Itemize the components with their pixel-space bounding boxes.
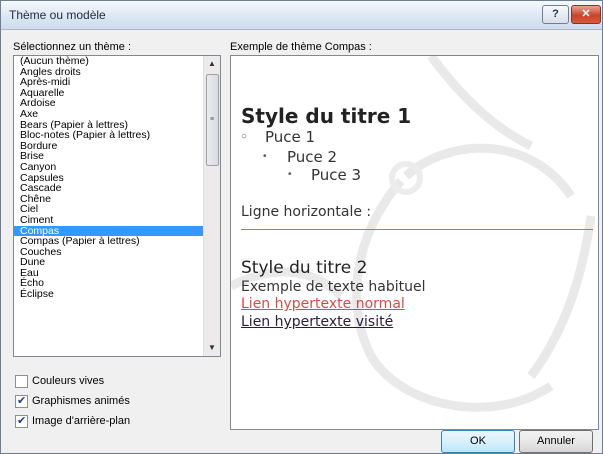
preview-horizontal-rule [241,229,593,230]
preview-body-text: Exemple de texte habituel [241,279,426,295]
theme-preview: Style du titre 1 ○ Puce 1 • Puce 2 • Puc… [230,55,599,430]
compass-center-icon [389,161,423,195]
help-button[interactable]: ? [542,5,569,24]
scroll-down-arrow-icon[interactable]: ▼ [204,340,220,356]
bullet-dot-icon: • [288,169,292,180]
cancel-button[interactable]: Annuler [519,430,593,453]
preview-heading-1: Style du titre 1 [241,104,412,128]
bullet-circle-icon: ○ [241,131,248,142]
list-item[interactable]: Canyon [14,162,203,173]
preview-hr-label: Ligne horizontale : [241,204,372,220]
close-button[interactable]: ✕ [571,5,601,24]
theme-listbox[interactable]: (Aucun thème) Angles droits Après-midi A… [13,55,221,357]
theme-list: (Aucun thème) Angles droits Après-midi A… [14,56,203,300]
checkbox-label[interactable]: Image d'arrière-plan [32,415,130,427]
ok-button[interactable]: OK [441,430,515,453]
preview-bullet-2: Puce 2 [287,148,338,166]
grip-icon: ≡ [210,116,215,123]
preview-label: Exemple de thème Compas : [230,41,372,53]
preview-bullet-3: Puce 3 [311,166,362,184]
vertical-scrollbar[interactable]: ▲ ≡ ▼ [203,56,220,356]
checkbox-box[interactable]: ✔ [15,395,28,408]
list-item[interactable]: Chêne [14,194,203,205]
preview-bullet-1: Puce 1 [265,128,316,146]
checkbox-box[interactable]: ✔ [15,415,28,428]
preview-link-normal: Lien hypertexte normal [241,296,405,312]
dialog-title: Thème ou modèle [9,8,106,22]
theme-list-label: Sélectionnez un thème : [13,41,132,53]
checkbox-label[interactable]: Graphismes animés [32,395,130,407]
checkbox-label[interactable]: Couleurs vives [32,375,104,387]
preview-heading-2: Style du titre 2 [241,258,368,278]
list-item[interactable]: Ciment [14,215,203,226]
checkmark-icon: ✔ [17,395,27,407]
theme-dialog: Thème ou modèle ? ✕ Sélectionnez un thèm… [0,0,603,454]
list-item[interactable]: Éclipse [14,289,203,300]
title-bar[interactable]: Thème ou modèle ? ✕ [1,1,602,30]
list-item[interactable]: Ardoise [14,98,203,109]
preview-link-visited: Lien hypertexte visité [241,314,394,330]
list-item[interactable]: (Aucun thème) [14,56,203,67]
scrollbar-thumb[interactable]: ≡ [206,74,219,166]
scroll-up-arrow-icon[interactable]: ▲ [204,56,220,72]
checkbox-box[interactable] [15,375,28,388]
checkmark-icon: ✔ [17,415,27,427]
list-item[interactable]: Dune [14,257,203,268]
bullet-dot-icon: • [263,151,267,162]
list-item[interactable]: Axe [14,109,203,120]
